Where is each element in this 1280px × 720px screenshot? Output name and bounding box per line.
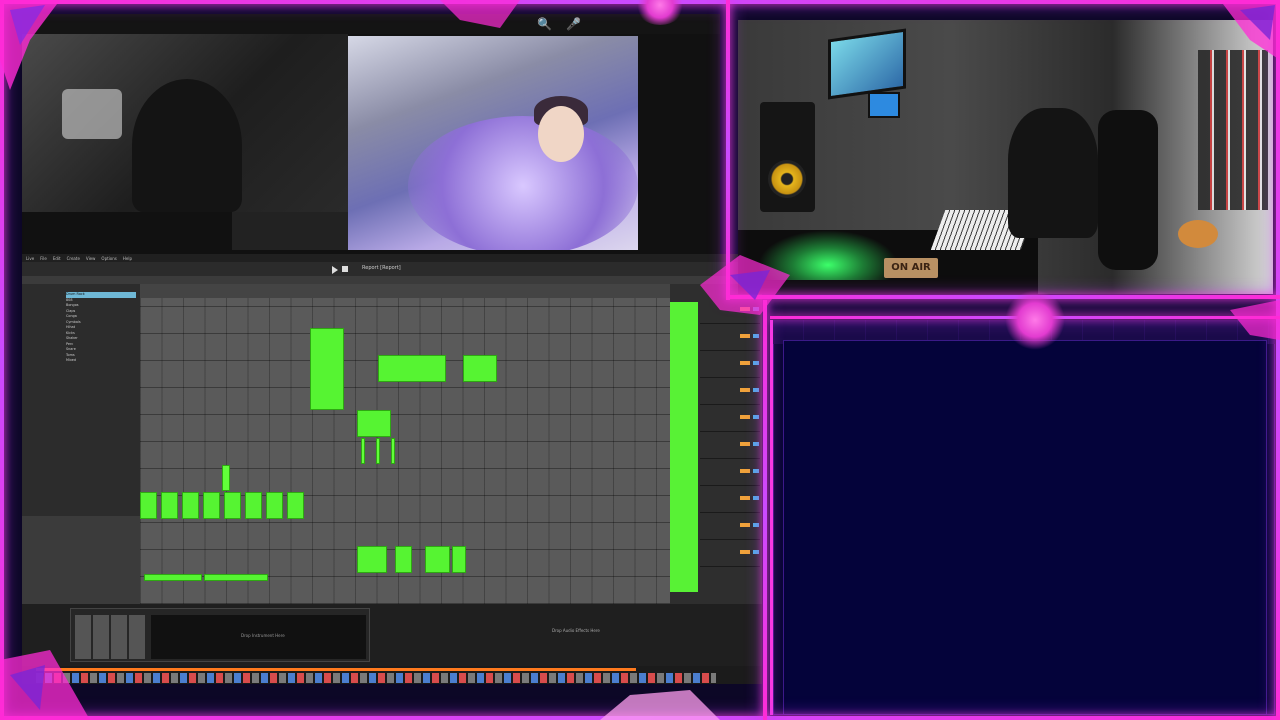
track-row[interactable] bbox=[700, 439, 760, 459]
track-row[interactable] bbox=[700, 547, 760, 567]
midi-clip[interactable] bbox=[310, 328, 344, 410]
dock-icons[interactable] bbox=[36, 673, 716, 683]
midi-clip[interactable] bbox=[203, 492, 220, 519]
speaker-cone bbox=[768, 160, 806, 198]
arrangement-view[interactable] bbox=[140, 284, 670, 604]
menu-item[interactable]: View bbox=[86, 256, 96, 261]
device-screen: Drop Instrument Here bbox=[151, 615, 366, 659]
midi-clip[interactable] bbox=[378, 355, 446, 382]
midi-clip[interactable] bbox=[161, 492, 178, 519]
panel-inner bbox=[783, 340, 1267, 715]
crystal-decoration-icon bbox=[0, 650, 90, 720]
daw-browser-pane: Drum Rack 808 Bongos Claps Conga Cymbals… bbox=[22, 284, 140, 516]
gaming-chair bbox=[1098, 110, 1158, 270]
midi-clip[interactable] bbox=[222, 465, 230, 491]
track-lanes[interactable] bbox=[140, 298, 670, 604]
project-title: Report [Report] bbox=[362, 265, 401, 271]
audio-clip[interactable] bbox=[425, 546, 450, 573]
crystal-decoration-icon bbox=[700, 255, 790, 315]
midi-clip[interactable] bbox=[245, 492, 262, 519]
stream-overlay: 🔍 🎤 Live File Edit Create View Options H… bbox=[0, 0, 1280, 720]
crystal-decoration-icon bbox=[0, 0, 60, 90]
session-mixer bbox=[670, 284, 762, 604]
video-strip bbox=[232, 212, 348, 250]
daw-window: Live File Edit Create View Options Help … bbox=[22, 254, 762, 684]
crystal-decoration-icon bbox=[1230, 300, 1280, 340]
track-row[interactable] bbox=[700, 493, 760, 513]
studio-webcam: ON AIR bbox=[738, 20, 1273, 294]
search-icon[interactable]: 🔍 bbox=[537, 17, 552, 31]
posters bbox=[1198, 50, 1268, 210]
track-row[interactable] bbox=[700, 466, 760, 486]
browser-list: Drum Rack 808 Bongos Claps Conga Cymbals… bbox=[66, 292, 136, 364]
track-row[interactable] bbox=[700, 520, 760, 540]
daw-menubar: Live File Edit Create View Options Help bbox=[22, 254, 762, 262]
track-row[interactable] bbox=[700, 331, 760, 351]
audio-clip[interactable] bbox=[452, 546, 466, 573]
streamer bbox=[1008, 108, 1098, 238]
audio-clip[interactable] bbox=[357, 546, 387, 573]
dog bbox=[1178, 220, 1218, 248]
studio-monitor bbox=[828, 28, 906, 100]
audio-clip[interactable] bbox=[204, 574, 268, 581]
empty-overlay-panel bbox=[770, 320, 1275, 715]
person-silhouette bbox=[132, 79, 242, 212]
midi-clip[interactable] bbox=[391, 438, 395, 464]
midi-clip[interactable] bbox=[361, 438, 365, 464]
glow-orb bbox=[1005, 290, 1065, 350]
drop-effects-label: Drop Audio Effects Here bbox=[552, 628, 600, 633]
browser-capture: 🔍 🎤 bbox=[22, 14, 720, 254]
character-face bbox=[538, 106, 584, 162]
midi-clip[interactable] bbox=[182, 492, 199, 519]
browser-toolbar: 🔍 🎤 bbox=[22, 14, 720, 34]
device-screen-text: Drop Instrument Here bbox=[241, 633, 285, 638]
crystal-decoration-icon bbox=[600, 690, 720, 720]
midi-clip[interactable] bbox=[266, 492, 283, 519]
anime-video-frame[interactable] bbox=[348, 36, 638, 250]
midi-clip[interactable] bbox=[140, 492, 157, 519]
neon-divider-vertical-lower bbox=[763, 300, 767, 720]
selected-track-strip[interactable] bbox=[670, 302, 698, 592]
progress-bar bbox=[36, 668, 636, 671]
menu-item[interactable]: Help bbox=[123, 256, 132, 261]
small-screen bbox=[868, 92, 900, 118]
video-swirl bbox=[408, 116, 638, 250]
menu-item[interactable]: Live bbox=[26, 256, 34, 261]
crystal-decoration-icon bbox=[440, 0, 520, 28]
timeline-ruler[interactable] bbox=[140, 284, 670, 298]
list-item[interactable]: Mixed bbox=[66, 358, 136, 364]
audio-clip[interactable] bbox=[395, 546, 412, 573]
device-detail-view: Drop Instrument Here Drop Audio Effects … bbox=[22, 604, 762, 666]
neon-border-left bbox=[0, 0, 4, 720]
audio-clip[interactable] bbox=[144, 574, 202, 581]
drum-rack-device[interactable]: Drop Instrument Here bbox=[70, 608, 370, 662]
track-row[interactable] bbox=[700, 385, 760, 405]
midi-clip[interactable] bbox=[224, 492, 241, 519]
midi-clip[interactable] bbox=[376, 438, 380, 464]
on-air-sign: ON AIR bbox=[884, 258, 938, 278]
menu-item[interactable]: File bbox=[40, 256, 47, 261]
neon-border-right bbox=[1276, 0, 1280, 720]
neon-divider-horizontal bbox=[730, 295, 1280, 299]
transport-bar: Report [Report] bbox=[22, 262, 762, 276]
midi-clip[interactable] bbox=[463, 355, 497, 382]
midi-clip[interactable] bbox=[287, 492, 304, 519]
menu-item[interactable]: Options bbox=[101, 256, 116, 261]
menu-item[interactable]: Create bbox=[67, 256, 80, 261]
mac-dock bbox=[22, 666, 762, 684]
crystal-decoration-icon bbox=[1220, 0, 1280, 60]
stop-icon[interactable] bbox=[342, 266, 348, 272]
midi-clip[interactable] bbox=[357, 410, 391, 437]
track-row[interactable] bbox=[700, 358, 760, 378]
play-icon[interactable] bbox=[332, 266, 338, 274]
track-row[interactable] bbox=[700, 412, 760, 432]
menu-item[interactable]: Edit bbox=[53, 256, 61, 261]
washing-machine bbox=[62, 89, 122, 139]
microphone-icon[interactable]: 🎤 bbox=[566, 17, 581, 31]
